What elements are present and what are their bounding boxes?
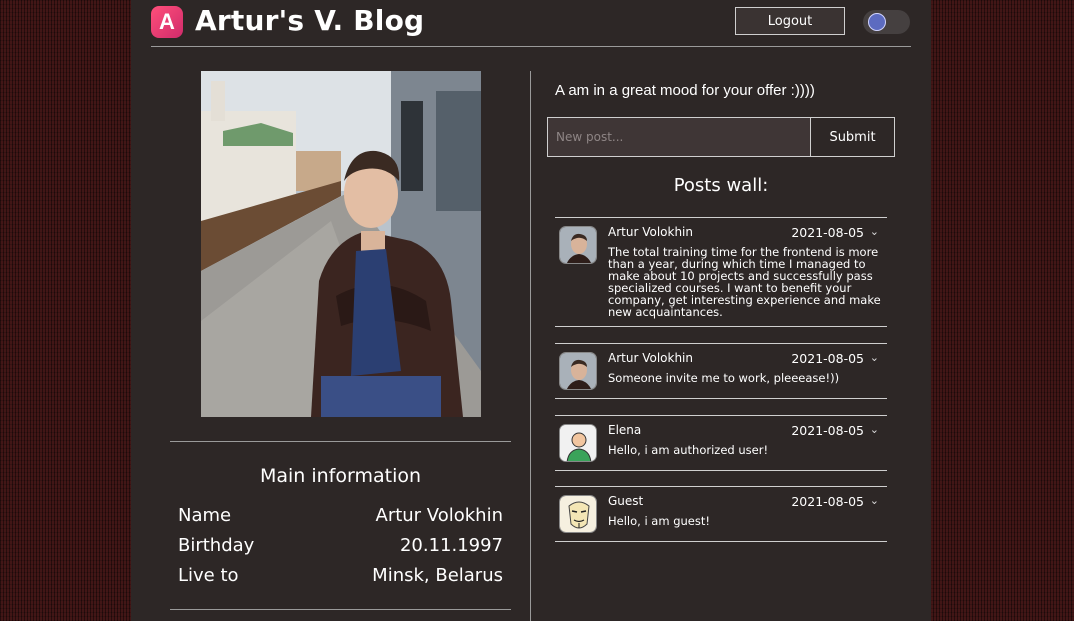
- info-value: Artur Volokhin: [375, 505, 504, 526]
- info-divider-bottom: [170, 609, 511, 610]
- submit-button[interactable]: Submit: [810, 117, 895, 157]
- profile-photo: [201, 71, 481, 417]
- main-info-title: Main information: [259, 465, 422, 487]
- post-item: Guest 2021-08-05 ⌄ Hello, i am guest!: [555, 486, 887, 542]
- info-divider-top: [170, 441, 511, 442]
- chevron-down-icon[interactable]: ⌄: [870, 494, 879, 507]
- header: A Artur's V. Blog Logout: [151, 0, 911, 47]
- mask-icon: [559, 495, 597, 533]
- post-author: Artur Volokhin: [608, 225, 693, 239]
- post-date: 2021-08-05: [791, 225, 864, 240]
- user-icon: [559, 424, 597, 462]
- chevron-down-icon[interactable]: ⌄: [870, 225, 879, 238]
- post-author: Elena: [608, 423, 642, 437]
- post-text: Someone invite me to work, pleeease!)): [608, 371, 840, 385]
- new-post-input[interactable]: [547, 117, 811, 157]
- post-date: 2021-08-05: [791, 351, 864, 366]
- post-item: Elena 2021-08-05 ⌄ Hello, i am authorize…: [555, 415, 887, 471]
- chevron-down-icon[interactable]: ⌄: [870, 423, 879, 436]
- post-item: Artur Volokhin 2021-08-05 ⌄ Someone invi…: [555, 343, 887, 399]
- toggle-knob: [868, 13, 886, 31]
- info-value: Minsk, Belarus: [372, 565, 503, 586]
- post-item: Artur Volokhin 2021-08-05 ⌄ The total tr…: [555, 217, 887, 327]
- photo-avatar: [559, 352, 597, 390]
- status-text: A am in a great mood for your offer :)))…: [555, 82, 815, 99]
- post-text: Hello, i am authorized user!: [608, 443, 769, 457]
- logout-button[interactable]: Logout: [735, 7, 845, 35]
- post-text: The total training time for the frontend…: [608, 245, 881, 319]
- posts-wall-title: Posts wall:: [673, 175, 769, 196]
- post-date: 2021-08-05: [791, 494, 864, 509]
- post-author: Guest: [608, 494, 644, 508]
- info-value: 20.11.1997: [399, 535, 503, 556]
- blog-panel: A Artur's V. Blog Logout Main informatio…: [131, 0, 931, 621]
- logo-letter: A: [159, 9, 175, 34]
- column-divider: [530, 71, 531, 621]
- site-title: Artur's V. Blog: [195, 4, 425, 37]
- post-author: Artur Volokhin: [608, 351, 693, 365]
- theme-toggle[interactable]: [863, 10, 910, 34]
- info-label: Birthday: [178, 535, 255, 556]
- logo-icon[interactable]: A: [151, 6, 183, 38]
- post-text: Hello, i am guest!: [608, 514, 710, 528]
- chevron-down-icon[interactable]: ⌄: [870, 351, 879, 364]
- info-label: Name: [178, 505, 232, 526]
- photo-avatar: [559, 226, 597, 264]
- info-label: Live to: [178, 565, 239, 586]
- post-date: 2021-08-05: [791, 423, 864, 438]
